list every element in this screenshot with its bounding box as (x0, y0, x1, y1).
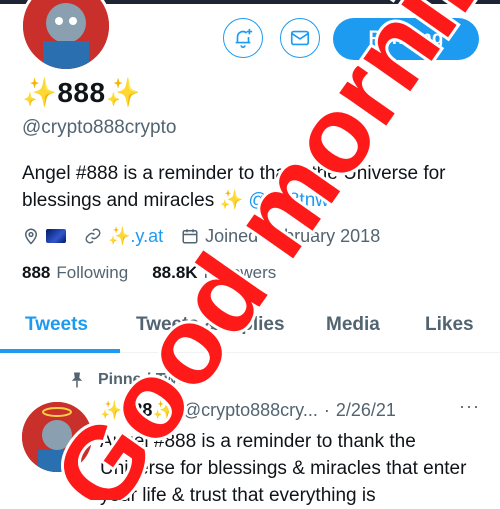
pending-follow-button[interactable]: Pending (333, 18, 479, 60)
profile-bio: Angel #888 is a reminder to thank the Un… (22, 160, 482, 214)
bio-mention-link[interactable]: @888tnw (248, 190, 329, 211)
notify-button[interactable] (223, 18, 263, 58)
active-tab-indicator (0, 349, 120, 353)
pinned-tweet-label: Pinned Tweet (68, 371, 200, 389)
tab-tweets[interactable]: Tweets (25, 314, 88, 336)
tweet-handle[interactable]: @crypto888cry... (183, 400, 318, 421)
message-button[interactable] (280, 18, 320, 58)
followers-stat[interactable]: 88.8K Followers (152, 263, 276, 283)
location-pin-icon (24, 228, 38, 245)
tab-tweets-replies[interactable]: Tweets & replies (136, 314, 285, 336)
follow-stats: 888 Following 88.8K Followers (22, 263, 300, 283)
website-link[interactable]: ✨.y.at (108, 226, 163, 247)
tab-media[interactable]: Media (326, 314, 380, 336)
tweet-date[interactable]: 2/26/21 (336, 400, 396, 421)
website[interactable]: ✨.y.at (84, 226, 163, 247)
more-options-icon[interactable]: ··· (459, 396, 480, 417)
mail-icon (290, 30, 310, 46)
tab-likes[interactable]: Likes (425, 314, 474, 336)
followers-count: 88.8K (152, 263, 198, 282)
join-date: Joined February 2018 (181, 226, 380, 247)
join-date-text: Joined February 2018 (205, 225, 381, 246)
overlay-text: Good morning (30, 0, 500, 500)
following-count: 888 (22, 263, 51, 282)
tweet-display-name[interactable]: ✨888✨ (100, 400, 175, 421)
profile-avatar[interactable] (20, 0, 112, 72)
following-stat[interactable]: 888 Following (22, 263, 128, 283)
profile-tabs: Tweets Tweets & replies Media Likes (0, 300, 500, 353)
tweet-body: Angel #888 is a reminder to thank the Un… (100, 431, 467, 506)
followers-label: Followers (203, 263, 277, 282)
profile-handle: @crypto888crypto (22, 117, 177, 138)
link-icon (85, 228, 101, 244)
calendar-icon (182, 229, 198, 244)
profile-display-name: ✨888✨ (22, 77, 141, 108)
tweet-avatar[interactable] (22, 402, 92, 472)
tweet-header: ✨888✨ @crypto888cry... · 2/26/21 ··· (100, 396, 480, 421)
pin-icon (71, 372, 83, 388)
tweet-separator: · (323, 400, 330, 420)
pinned-text: Pinned Tweet (98, 371, 200, 388)
bio-text: Angel #888 is a reminder to thank the Un… (22, 163, 446, 211)
profile-meta-row: ✨.y.at Joined February 2018 (22, 224, 398, 248)
location (22, 227, 66, 245)
following-label: Following (56, 263, 129, 282)
bell-plus-icon (235, 28, 253, 48)
location-flag-icon (46, 229, 66, 243)
